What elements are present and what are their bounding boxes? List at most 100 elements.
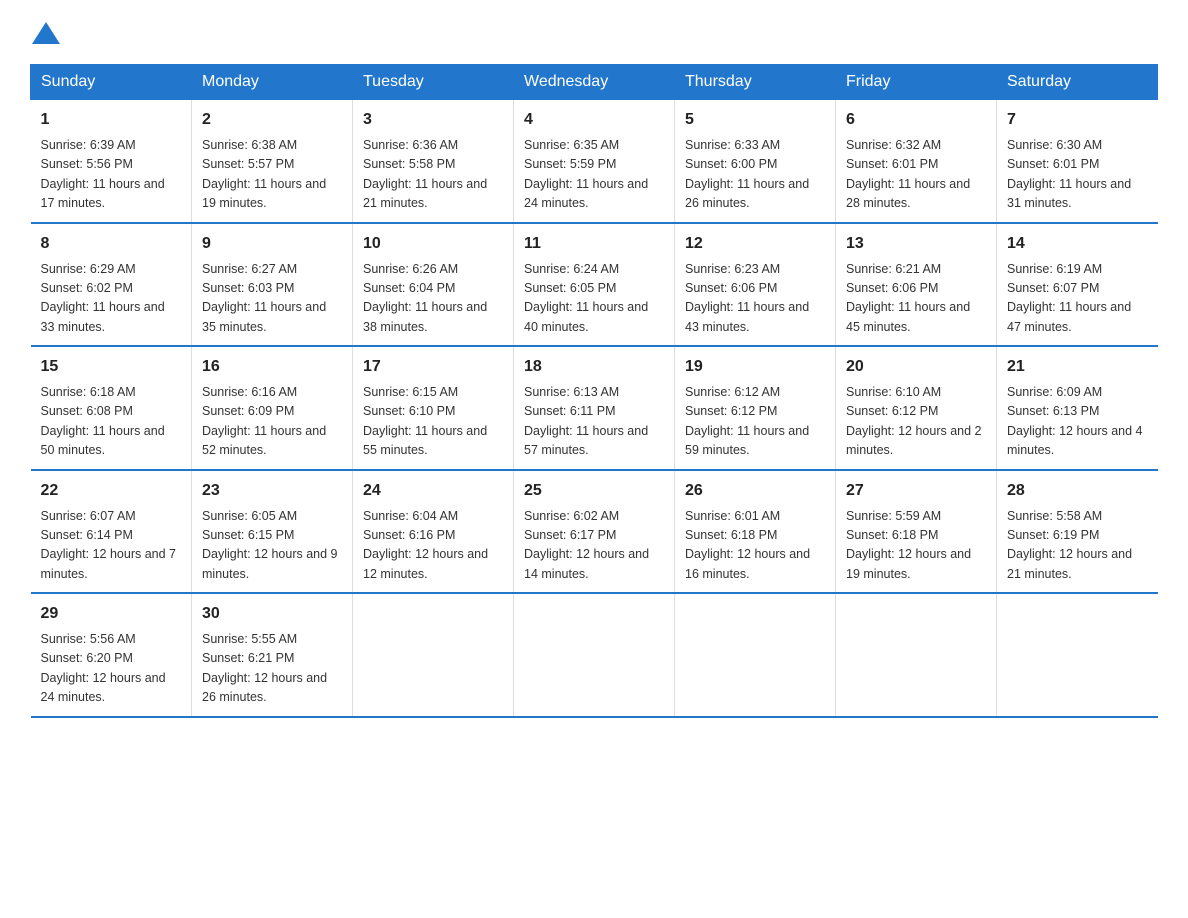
calendar-cell: 18 Sunrise: 6:13 AMSunset: 6:11 PMDayligh…: [514, 346, 675, 470]
calendar-week-row: 29 Sunrise: 5:56 AMSunset: 6:20 PMDayligh…: [31, 593, 1158, 717]
day-info: Sunrise: 6:30 AMSunset: 6:01 PMDaylight:…: [1007, 136, 1148, 214]
calendar-cell: 22 Sunrise: 6:07 AMSunset: 6:14 PMDayligh…: [31, 470, 192, 594]
calendar-table: SundayMondayTuesdayWednesdayThursdayFrid…: [30, 64, 1158, 718]
day-number: 3: [363, 108, 503, 132]
calendar-cell: 19 Sunrise: 6:12 AMSunset: 6:12 PMDayligh…: [675, 346, 836, 470]
calendar-cell: [836, 593, 997, 717]
calendar-cell: 24Sunrise: 6:04 AMSunset: 6:16 PMDayligh…: [353, 470, 514, 594]
day-number: 16: [202, 355, 342, 379]
calendar-cell: 5 Sunrise: 6:33 AMSunset: 6:00 PMDaylight…: [675, 100, 836, 223]
calendar-header: SundayMondayTuesdayWednesdayThursdayFrid…: [31, 65, 1158, 100]
calendar-cell: 14 Sunrise: 6:19 AMSunset: 6:07 PMDayligh…: [997, 223, 1158, 347]
calendar-cell: 25 Sunrise: 6:02 AMSunset: 6:17 PMDayligh…: [514, 470, 675, 594]
day-number: 30: [202, 602, 342, 626]
weekday-header-monday: Monday: [192, 65, 353, 100]
day-number: 2: [202, 108, 342, 132]
day-number: 15: [41, 355, 182, 379]
day-info: Sunrise: 6:27 AMSunset: 6:03 PMDaylight:…: [202, 260, 342, 338]
calendar-cell: 23Sunrise: 6:05 AMSunset: 6:15 PMDayligh…: [192, 470, 353, 594]
calendar-cell: 11 Sunrise: 6:24 AMSunset: 6:05 PMDayligh…: [514, 223, 675, 347]
day-number: 14: [1007, 232, 1148, 256]
calendar-week-row: 8 Sunrise: 6:29 AMSunset: 6:02 PMDaylight…: [31, 223, 1158, 347]
calendar-cell: 6Sunrise: 6:32 AMSunset: 6:01 PMDaylight…: [836, 100, 997, 223]
day-info: Sunrise: 6:07 AMSunset: 6:14 PMDaylight:…: [41, 507, 182, 585]
weekday-header-friday: Friday: [836, 65, 997, 100]
day-info: Sunrise: 6:01 AMSunset: 6:18 PMDaylight:…: [685, 507, 825, 585]
day-info: Sunrise: 6:39 AMSunset: 5:56 PMDaylight:…: [41, 136, 182, 214]
calendar-cell: [675, 593, 836, 717]
day-info: Sunrise: 6:29 AMSunset: 6:02 PMDaylight:…: [41, 260, 182, 338]
calendar-cell: 9 Sunrise: 6:27 AMSunset: 6:03 PMDaylight…: [192, 223, 353, 347]
weekday-header-tuesday: Tuesday: [353, 65, 514, 100]
day-number: 19: [685, 355, 825, 379]
day-number: 11: [524, 232, 664, 256]
day-info: Sunrise: 6:05 AMSunset: 6:15 PMDaylight:…: [202, 507, 342, 585]
logo-triangle-icon: [32, 22, 60, 44]
day-info: Sunrise: 6:33 AMSunset: 6:00 PMDaylight:…: [685, 136, 825, 214]
calendar-cell: [353, 593, 514, 717]
day-info: Sunrise: 5:56 AMSunset: 6:20 PMDaylight:…: [41, 630, 182, 708]
day-number: 21: [1007, 355, 1148, 379]
calendar-body: 1 Sunrise: 6:39 AMSunset: 5:56 PMDaylight…: [31, 100, 1158, 717]
calendar-week-row: 15 Sunrise: 6:18 AMSunset: 6:08 PMDayligh…: [31, 346, 1158, 470]
day-info: Sunrise: 6:15 AMSunset: 6:10 PMDaylight:…: [363, 383, 503, 461]
day-info: Sunrise: 6:09 AMSunset: 6:13 PMDaylight:…: [1007, 383, 1148, 461]
day-number: 17: [363, 355, 503, 379]
day-number: 18: [524, 355, 664, 379]
calendar-cell: 4 Sunrise: 6:35 AMSunset: 5:59 PMDaylight…: [514, 100, 675, 223]
day-number: 28: [1007, 479, 1148, 503]
calendar-cell: 21 Sunrise: 6:09 AMSunset: 6:13 PMDayligh…: [997, 346, 1158, 470]
day-number: 25: [524, 479, 664, 503]
day-number: 22: [41, 479, 182, 503]
day-number: 12: [685, 232, 825, 256]
day-number: 4: [524, 108, 664, 132]
day-info: Sunrise: 6:38 AMSunset: 5:57 PMDaylight:…: [202, 136, 342, 214]
day-info: Sunrise: 6:16 AMSunset: 6:09 PMDaylight:…: [202, 383, 342, 461]
day-number: 1: [41, 108, 182, 132]
calendar-cell: 13Sunrise: 6:21 AMSunset: 6:06 PMDayligh…: [836, 223, 997, 347]
day-info: Sunrise: 6:36 AMSunset: 5:58 PMDaylight:…: [363, 136, 503, 214]
day-info: Sunrise: 6:21 AMSunset: 6:06 PMDaylight:…: [846, 260, 986, 338]
day-info: Sunrise: 6:12 AMSunset: 6:12 PMDaylight:…: [685, 383, 825, 461]
weekday-header-saturday: Saturday: [997, 65, 1158, 100]
calendar-cell: [997, 593, 1158, 717]
day-info: Sunrise: 6:13 AMSunset: 6:11 PMDaylight:…: [524, 383, 664, 461]
day-info: Sunrise: 6:23 AMSunset: 6:06 PMDaylight:…: [685, 260, 825, 338]
day-info: Sunrise: 6:04 AMSunset: 6:16 PMDaylight:…: [363, 507, 503, 585]
calendar-cell: 30 Sunrise: 5:55 AMSunset: 6:21 PMDayligh…: [192, 593, 353, 717]
logo: [30, 20, 60, 44]
calendar-cell: 8 Sunrise: 6:29 AMSunset: 6:02 PMDaylight…: [31, 223, 192, 347]
calendar-week-row: 22 Sunrise: 6:07 AMSunset: 6:14 PMDayligh…: [31, 470, 1158, 594]
calendar-cell: 15 Sunrise: 6:18 AMSunset: 6:08 PMDayligh…: [31, 346, 192, 470]
calendar-cell: 17 Sunrise: 6:15 AMSunset: 6:10 PMDayligh…: [353, 346, 514, 470]
day-number: 9: [202, 232, 342, 256]
calendar-cell: 7Sunrise: 6:30 AMSunset: 6:01 PMDaylight…: [997, 100, 1158, 223]
day-info: Sunrise: 6:10 AMSunset: 6:12 PMDaylight:…: [846, 383, 986, 461]
day-info: Sunrise: 5:58 AMSunset: 6:19 PMDaylight:…: [1007, 507, 1148, 585]
day-number: 29: [41, 602, 182, 626]
day-number: 8: [41, 232, 182, 256]
day-number: 26: [685, 479, 825, 503]
day-number: 5: [685, 108, 825, 132]
calendar-cell: 2 Sunrise: 6:38 AMSunset: 5:57 PMDaylight…: [192, 100, 353, 223]
logo-text-block: [30, 20, 60, 44]
calendar-cell: 28 Sunrise: 5:58 AMSunset: 6:19 PMDayligh…: [997, 470, 1158, 594]
day-info: Sunrise: 6:19 AMSunset: 6:07 PMDaylight:…: [1007, 260, 1148, 338]
weekday-header-row: SundayMondayTuesdayWednesdayThursdayFrid…: [31, 65, 1158, 100]
calendar-cell: 12 Sunrise: 6:23 AMSunset: 6:06 PMDayligh…: [675, 223, 836, 347]
day-info: Sunrise: 6:02 AMSunset: 6:17 PMDaylight:…: [524, 507, 664, 585]
day-number: 10: [363, 232, 503, 256]
day-info: Sunrise: 6:24 AMSunset: 6:05 PMDaylight:…: [524, 260, 664, 338]
page-header: [30, 20, 1158, 44]
calendar-cell: 10Sunrise: 6:26 AMSunset: 6:04 PMDayligh…: [353, 223, 514, 347]
calendar-cell: 3 Sunrise: 6:36 AMSunset: 5:58 PMDaylight…: [353, 100, 514, 223]
calendar-cell: 27Sunrise: 5:59 AMSunset: 6:18 PMDayligh…: [836, 470, 997, 594]
day-number: 27: [846, 479, 986, 503]
weekday-header-sunday: Sunday: [31, 65, 192, 100]
day-number: 6: [846, 108, 986, 132]
day-info: Sunrise: 5:55 AMSunset: 6:21 PMDaylight:…: [202, 630, 342, 708]
weekday-header-thursday: Thursday: [675, 65, 836, 100]
day-info: Sunrise: 6:35 AMSunset: 5:59 PMDaylight:…: [524, 136, 664, 214]
day-info: Sunrise: 6:18 AMSunset: 6:08 PMDaylight:…: [41, 383, 182, 461]
calendar-cell: 1 Sunrise: 6:39 AMSunset: 5:56 PMDaylight…: [31, 100, 192, 223]
